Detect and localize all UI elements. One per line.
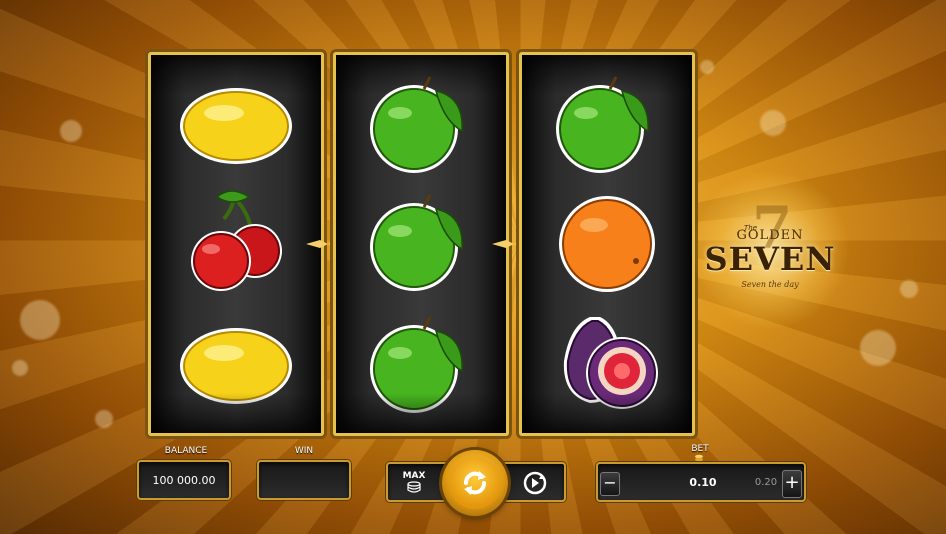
bet-current-value[interactable]: 0.10 (678, 476, 728, 489)
bokeh-light (700, 60, 714, 74)
bet-label: BET (691, 444, 709, 454)
bet-decrease-button[interactable]: − (600, 472, 620, 496)
max-bet-button[interactable]: MAX (388, 464, 440, 500)
bet-selector: − 0.10 0.20 + (596, 462, 806, 502)
reel-2 (333, 52, 509, 436)
spin-arrows-icon (464, 471, 486, 495)
balance-display: 100 000.00 (137, 460, 231, 500)
bokeh-light (760, 110, 786, 136)
coin-indicator-icon (695, 454, 703, 462)
spin-button-face (449, 457, 501, 509)
balance-value: 100 000.00 (152, 473, 216, 487)
game-logo: 7 The GOLDEN SEVEN Seven the day (700, 194, 840, 310)
bokeh-light (12, 360, 28, 376)
bokeh-light (20, 300, 60, 340)
lime-symbol (556, 76, 649, 173)
reel-3 (519, 52, 695, 436)
lemon-symbol (180, 328, 292, 404)
logo-tagline: Seven the day (741, 280, 799, 289)
win-display (257, 460, 351, 500)
reel-1 (148, 52, 324, 436)
win-label: WIN (294, 446, 314, 456)
lemon-symbol (180, 88, 292, 164)
cherry-symbol (191, 190, 282, 291)
bokeh-light (860, 330, 896, 366)
logo-seven-text: SEVEN (704, 240, 836, 278)
fig-symbol (563, 317, 658, 409)
bet-next-value[interactable]: 0.20 (746, 477, 786, 488)
bokeh-light (95, 410, 113, 428)
balance-label: BALANCE (164, 446, 208, 456)
orange-symbol (559, 196, 655, 292)
coin-stack-icon (407, 481, 421, 493)
autoplay-icon[interactable] (522, 470, 548, 496)
bokeh-light (900, 280, 918, 298)
lime-symbol (370, 76, 463, 173)
max-label: MAX (402, 471, 426, 481)
bokeh-light (60, 120, 82, 142)
lime-symbol (370, 316, 463, 413)
lime-symbol (370, 194, 463, 291)
spin-button[interactable] (442, 450, 508, 516)
bet-increase-button[interactable]: + (782, 470, 802, 498)
